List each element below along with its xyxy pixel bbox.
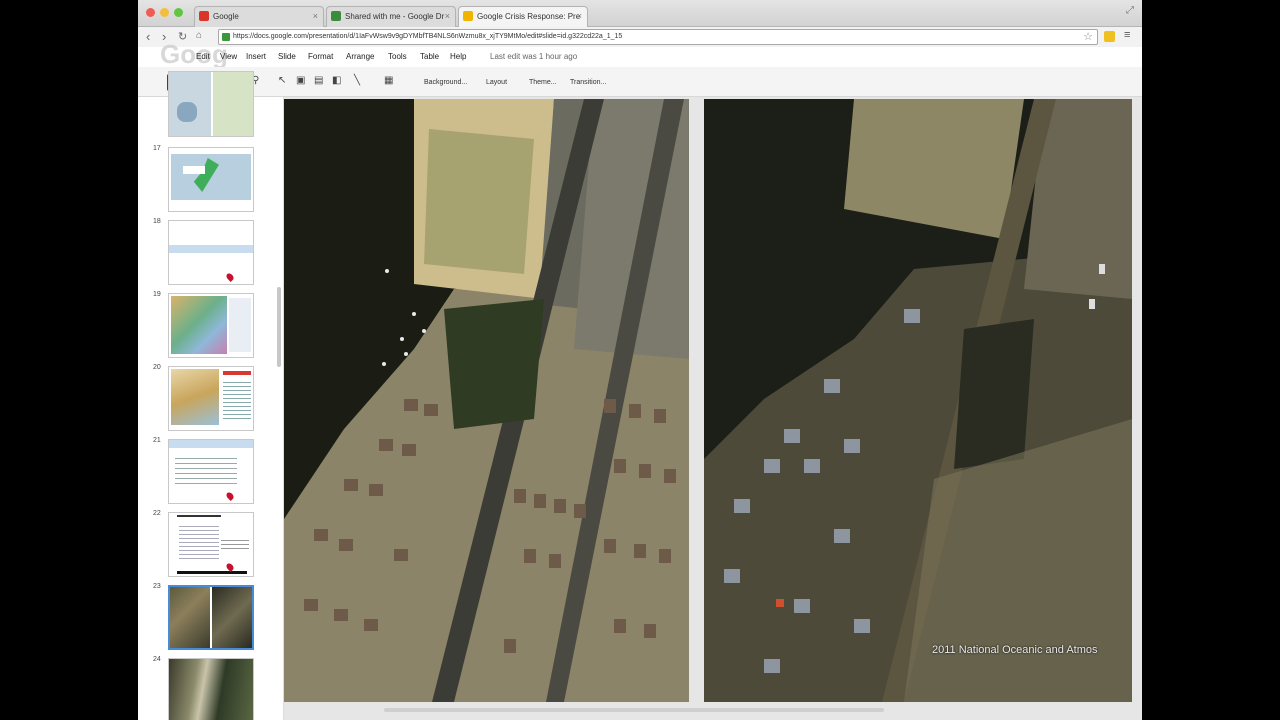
transition-button[interactable]: Transition... [570, 79, 606, 86]
slide-thumbnail[interactable] [168, 366, 254, 431]
zoom-window-button[interactable] [174, 8, 183, 17]
filmstrip-scrollbar[interactable] [277, 287, 281, 367]
tab-label: Google [213, 12, 239, 21]
menu-format[interactable]: Format [308, 52, 333, 61]
menu-edit[interactable]: Edit [196, 52, 210, 61]
slide-canvas: 2011 National Oceanic and Atmos [284, 97, 1142, 720]
address-bar[interactable]: https://docs.google.com/presentation/d/1… [218, 29, 1098, 45]
slide-number: 19 [153, 291, 161, 298]
line-icon[interactable]: ╲ [354, 75, 360, 86]
last-edit-status[interactable]: Last edit was 1 hour ago [490, 52, 577, 61]
tab-label: Shared with me - Google Dr [345, 12, 445, 21]
menu-arrange[interactable]: Arrange [346, 52, 374, 61]
slide-number: 17 [153, 145, 161, 152]
background-button[interactable]: Background... [424, 79, 467, 86]
slide-number: 24 [153, 656, 161, 663]
close-tab-icon[interactable]: × [577, 11, 582, 21]
slide-number: 23 [153, 583, 161, 590]
slide-thumbnail[interactable] [168, 512, 254, 577]
slide-thumbnail[interactable] [168, 147, 254, 212]
aerial-photo-before-image [284, 99, 689, 702]
fullscreen-icon[interactable]: ⤢ [1126, 5, 1134, 16]
slide-number: 20 [153, 364, 161, 371]
menu-table[interactable]: Table [420, 52, 439, 61]
aerial-photo-after[interactable] [704, 99, 1132, 702]
extension-icon[interactable] [1104, 31, 1115, 42]
slide-number: 21 [153, 437, 161, 444]
image-credit-caption: 2011 National Oceanic and Atmos [932, 644, 1098, 656]
comment-icon[interactable]: ▦ [384, 75, 393, 86]
menu-view[interactable]: View [220, 52, 237, 61]
menu-help[interactable]: Help [450, 52, 466, 61]
slide-number: 22 [153, 510, 161, 517]
menu-tools[interactable]: Tools [388, 52, 407, 61]
slide-thumbnail[interactable] [168, 220, 254, 285]
tab-label: Google Crisis Response: Pre [477, 12, 581, 21]
slide-number: 18 [153, 218, 161, 225]
slide-toolbar: + ↶ ↷ ⌶ ⚲ ↖ ▣ ▤ ◧ ╲ ▦ Background... Layo… [138, 67, 1142, 97]
image-icon[interactable]: ▤ [314, 75, 323, 86]
aerial-photo-after-image [704, 99, 1132, 702]
textbox-icon[interactable]: ▣ [296, 75, 305, 86]
menu-icon[interactable]: ≡ [1124, 29, 1130, 41]
google-docs-logo: Goog [160, 39, 228, 69]
tab-shared-with-me[interactable]: Shared with me - Google Dr × [326, 6, 456, 27]
close-tab-icon[interactable]: × [445, 11, 450, 21]
theme-button[interactable]: Theme... [529, 79, 557, 86]
slides-favicon-icon [463, 11, 473, 21]
drive-favicon-icon [331, 11, 341, 21]
aerial-photo-before[interactable] [284, 99, 689, 702]
close-tab-icon[interactable]: × [313, 11, 318, 21]
slide-thumbnail[interactable] [168, 293, 254, 358]
docs-menu-bar: Goog Edit View Insert Slide Format Arran… [138, 39, 1142, 69]
select-cursor-icon[interactable]: ↖ [278, 75, 286, 86]
tab-crisis-response[interactable]: Google Crisis Response: Pre × [458, 6, 588, 27]
canvas-horizontal-scrollbar[interactable] [384, 708, 884, 712]
map-pin-icon [225, 491, 235, 501]
slide-thumbnail[interactable] [168, 658, 254, 720]
slide-thumbnail[interactable] [168, 71, 254, 137]
menu-insert[interactable]: Insert [246, 52, 266, 61]
google-favicon-icon [199, 11, 209, 21]
close-window-button[interactable] [146, 8, 155, 17]
menu-slide[interactable]: Slide [278, 52, 296, 61]
shape-icon[interactable]: ◧ [332, 75, 341, 86]
slide-thumbnail[interactable] [168, 439, 254, 504]
slide-thumbnail-selected[interactable] [168, 585, 254, 650]
minimize-window-button[interactable] [160, 8, 169, 17]
tab-strip: Google × Shared with me - Google Dr × Go… [138, 0, 1142, 27]
url-text: https://docs.google.com/presentation/d/1… [233, 33, 623, 40]
map-pin-icon [225, 272, 235, 282]
slide-filmstrip: 17 18 19 20 21 22 23 24 [138, 71, 284, 720]
layout-button[interactable]: Layout [486, 79, 507, 86]
bookmark-star-icon[interactable]: ☆ [1083, 30, 1093, 43]
tab-google[interactable]: Google × [194, 6, 324, 27]
browser-window: Google × Shared with me - Google Dr × Go… [138, 0, 1142, 720]
back-arrow-icon[interactable]: ‹ [146, 29, 150, 44]
browser-toolbar: ‹ › ↻ ⌂ https://docs.google.com/presenta… [138, 27, 1142, 47]
